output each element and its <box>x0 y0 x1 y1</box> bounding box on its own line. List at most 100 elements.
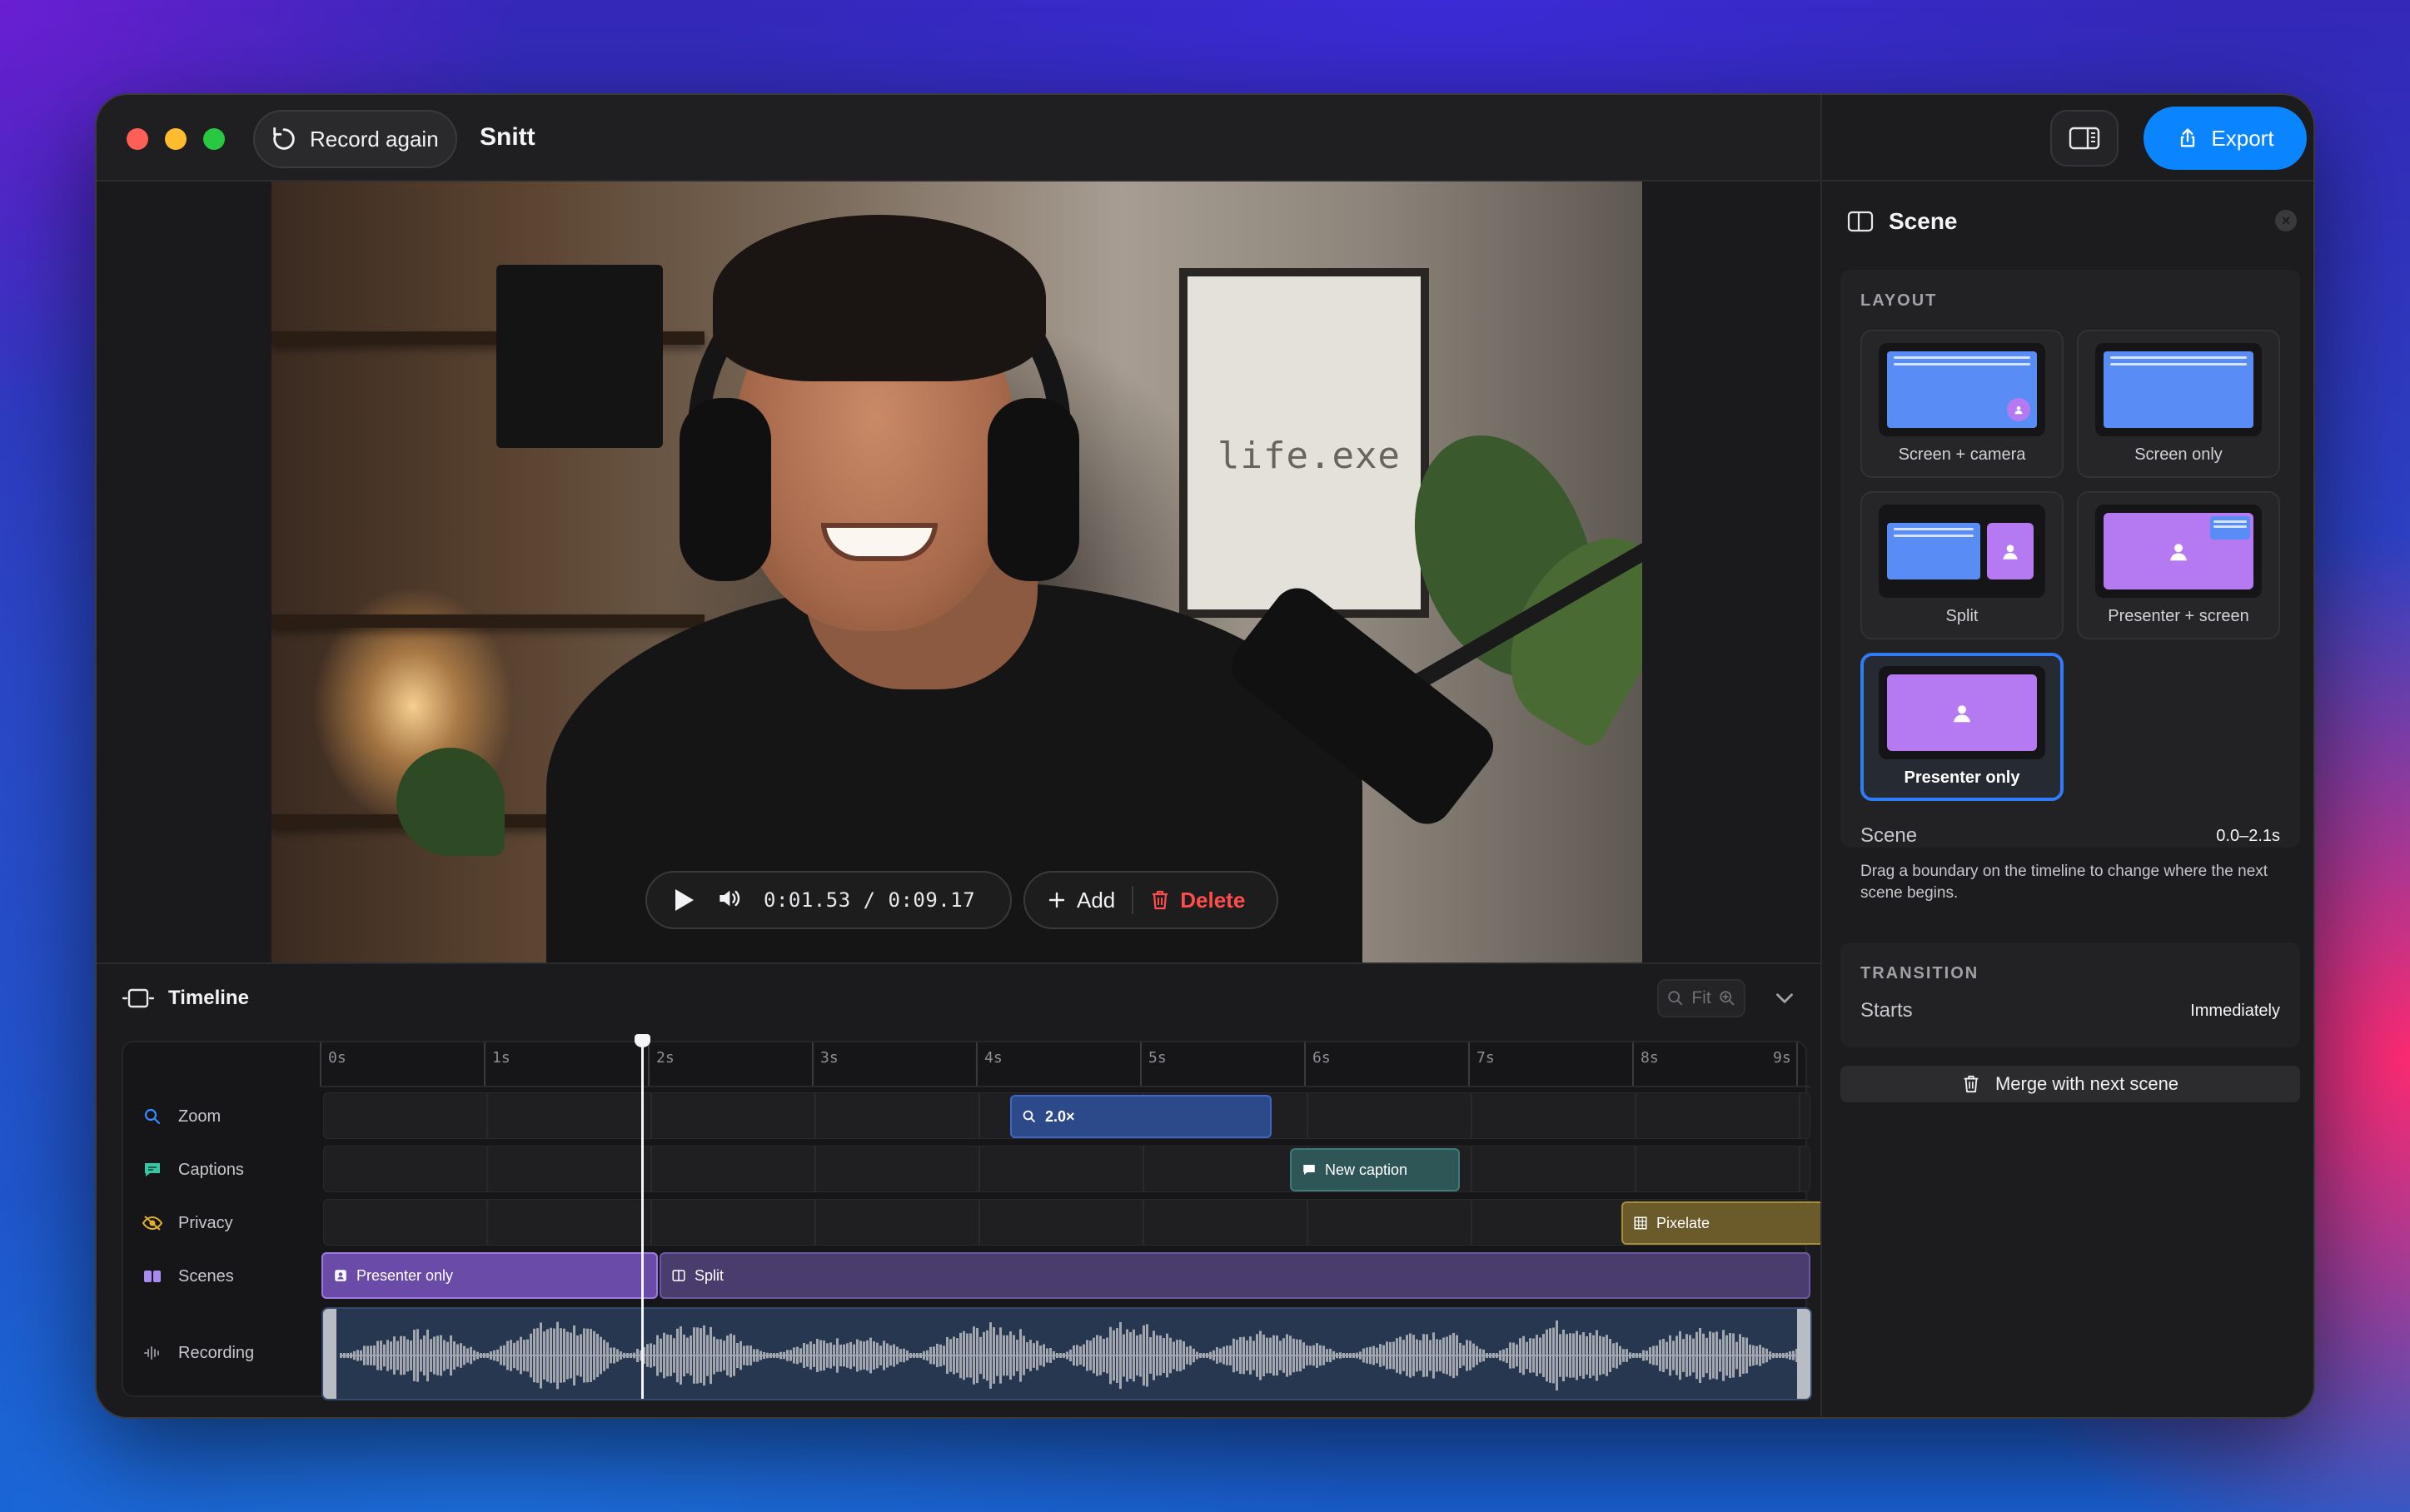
preview-area: life.exe 0:01.53 / 0:09.17 Add Delete <box>97 182 1820 962</box>
ruler-tick: 0s <box>320 1042 346 1086</box>
scenes-icon <box>142 1266 163 1287</box>
layout-screen-only[interactable]: Screen only <box>2077 330 2280 478</box>
add-label: Add <box>1077 887 1116 913</box>
edit-pill: Add Delete <box>1023 871 1278 929</box>
transition-starts-row[interactable]: Starts Immediately <box>1860 999 2280 1022</box>
delete-button[interactable]: Delete <box>1150 888 1245 913</box>
record-again-button[interactable]: Record again <box>253 110 457 168</box>
person-hair <box>713 215 1046 381</box>
headphone-cup <box>988 398 1079 581</box>
export-button[interactable]: Export <box>2144 107 2307 170</box>
recording-track[interactable] <box>321 1307 1812 1400</box>
play-icon[interactable] <box>675 889 694 911</box>
layout-screen-camera[interactable]: Screen + camera <box>1860 330 2064 478</box>
scene-clip-split[interactable]: Split <box>660 1252 1810 1299</box>
caption-icon <box>142 1159 163 1181</box>
merge-next-scene-button[interactable]: Merge with next scene <box>1840 1066 2300 1102</box>
transition-heading: TRANSITION <box>1860 964 1979 982</box>
ruler-tick-label: 3s <box>820 1049 839 1067</box>
transition-card: TRANSITION Starts Immediately <box>1840 943 2300 1047</box>
trim-handle-right[interactable] <box>1797 1309 1810 1399</box>
editor-main: Record again Snitt life.exe 0:01.53 / 0:… <box>97 95 1825 1417</box>
restart-icon <box>273 127 295 150</box>
share-icon <box>2181 128 2195 147</box>
scene-clip-presenter-only[interactable]: Presenter only <box>321 1252 658 1299</box>
time-ruler[interactable]: 0s 1s 2s 3s 4s 5s 6s 7s 8s 9s <box>320 1042 1810 1087</box>
inspector-title: Scene <box>1889 208 1958 234</box>
volume-icon[interactable] <box>715 885 742 916</box>
layout-presenter-only[interactable]: Presenter only <box>1860 653 2064 801</box>
track-label-zoom: Zoom <box>142 1106 221 1127</box>
ruler-tick-label: 0s <box>328 1049 346 1067</box>
layout-thumbnail <box>1879 666 2045 759</box>
caption-clip[interactable]: New caption <box>1290 1148 1460 1191</box>
player-pill: 0:01.53 / 0:09.17 <box>645 871 1012 929</box>
ruler-tick: 9s <box>1773 1042 1798 1086</box>
ruler-tick: 2s <box>648 1042 675 1086</box>
scene-key: Scene <box>1860 824 1918 847</box>
camera-bubble <box>2007 398 2030 421</box>
camera-panel <box>1987 523 2034 579</box>
scene-panel-icon <box>1847 211 1874 232</box>
scene-range-row: Scene 0.0–2.1s <box>1860 824 2280 848</box>
add-button[interactable]: Add <box>1047 888 1115 913</box>
caption-clip-label: New caption <box>1325 1161 1408 1178</box>
ruler-tick-label: 1s <box>492 1049 510 1067</box>
timecode: 0:01.53 / 0:09.17 <box>764 888 976 912</box>
ruler-tick: 8s <box>1632 1042 1659 1086</box>
timeline-icon <box>122 988 155 1008</box>
captions-track[interactable]: New caption <box>323 1146 1810 1192</box>
title-bar: Record again Snitt <box>97 95 1820 182</box>
track-label-captions: Captions <box>142 1159 244 1181</box>
ruler-tick: 5s <box>1140 1042 1167 1086</box>
ruler-tick: 3s <box>812 1042 839 1086</box>
scene-clip-label: Presenter only <box>356 1266 454 1284</box>
layout-thumbnail <box>2095 505 2262 598</box>
zoom-in-icon <box>1719 991 1734 1006</box>
split-icon <box>672 1270 685 1281</box>
toggle-sidebar-button[interactable] <box>2050 110 2119 167</box>
privacy-eye-icon <box>142 1212 163 1234</box>
headphone-cup <box>680 398 771 581</box>
close-window-button[interactable] <box>127 128 148 150</box>
scene-clip-label: Split <box>695 1266 724 1284</box>
privacy-track[interactable]: Pixelate <box>323 1199 1825 1246</box>
layout-card: LAYOUT Screen + camera Screen only Split… <box>1840 270 2300 848</box>
pixelate-clip[interactable]: Pixelate <box>1621 1201 1825 1245</box>
playhead[interactable] <box>635 1034 650 1399</box>
layout-split[interactable]: Split <box>1860 491 2064 639</box>
starts-value[interactable]: Immediately <box>2190 1002 2280 1021</box>
track-label-text: Scenes <box>178 1266 234 1286</box>
trash-icon <box>1964 1075 1979 1093</box>
layout-thumbnail <box>2095 343 2262 436</box>
scene-hint: Drag a boundary on the timeline to chang… <box>1860 863 2268 902</box>
minimize-window-button[interactable] <box>165 128 187 150</box>
layout-presenter-screen[interactable]: Presenter + screen <box>2077 491 2280 639</box>
zoom-clip[interactable]: 2.0× <box>1010 1095 1272 1138</box>
zoom-window-button[interactable] <box>203 128 225 150</box>
timeline-title: Timeline <box>168 987 249 1009</box>
ruler-tick-label: 9s <box>1773 1049 1791 1067</box>
pixelate-icon <box>1634 1216 1647 1230</box>
record-again-label: Record again <box>310 126 439 152</box>
pixelate-clip-label: Pixelate <box>1656 1214 1710 1231</box>
video-preview[interactable]: life.exe <box>271 182 1642 962</box>
plus-icon <box>1048 892 1065 908</box>
fit-zoom-button[interactable]: Fit <box>1657 979 1745 1017</box>
playhead-knob[interactable] <box>635 1034 650 1047</box>
waveform-icon <box>142 1342 163 1364</box>
close-icon[interactable]: × <box>2275 210 2297 231</box>
chalkboard <box>496 265 663 448</box>
zoom-track[interactable]: 2.0× <box>323 1092 1810 1139</box>
layout-label: Screen only <box>2134 445 2223 464</box>
trim-handle-left[interactable] <box>323 1309 336 1399</box>
layout-label: Presenter + screen <box>2108 607 2249 625</box>
person-icon <box>335 1270 346 1281</box>
ruler-tick-label: 2s <box>656 1049 675 1067</box>
chevron-down-icon[interactable] <box>1770 984 1799 1012</box>
app-window: Record again Snitt life.exe 0:01.53 / 0:… <box>95 93 2315 1419</box>
layout-label: Split <box>1945 607 1979 625</box>
track-label-text: Zoom <box>178 1107 222 1126</box>
timeline-tracks: 0s 1s 2s 3s 4s 5s 6s 7s 8s 9s Zoom Captions Priva… <box>122 1041 1825 1400</box>
zoom-icon <box>1023 1110 1035 1122</box>
